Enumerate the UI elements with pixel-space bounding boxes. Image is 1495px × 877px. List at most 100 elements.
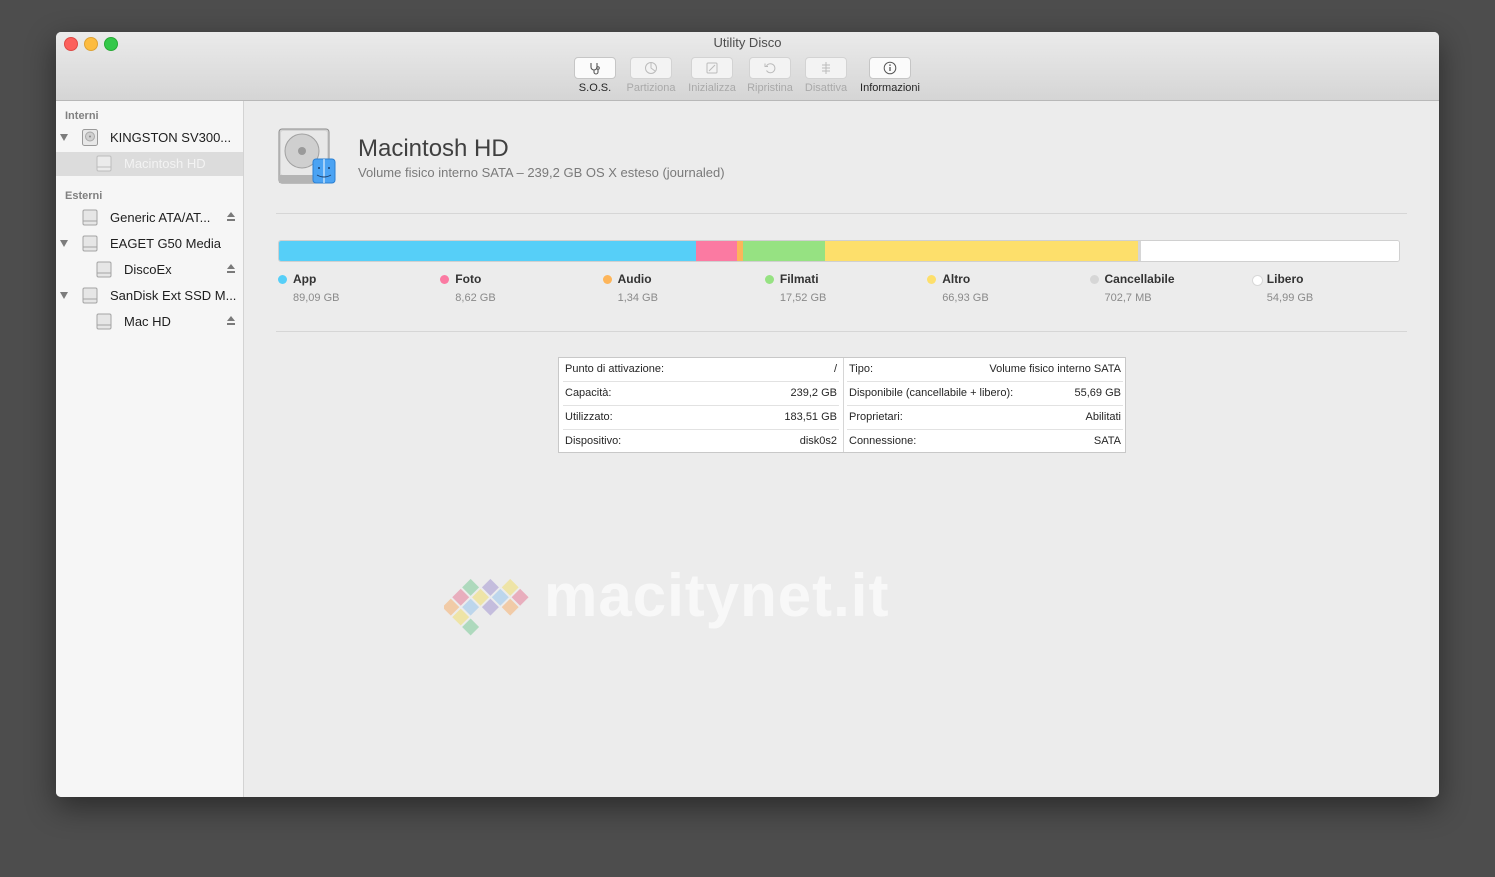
info-key: Connessione: [849,435,917,447]
info-key: Capacità: [565,387,612,399]
divider [276,213,1407,214]
legend-dot [1089,275,1099,284]
legend-size: 702,7 MB [1104,292,1152,304]
legend-size: 17,52 GB [779,292,827,304]
stethoscope-icon [590,63,600,75]
sidebar-header-external: Esterni [65,190,103,202]
info-icon [883,61,897,75]
info-column-right: Tipo: Volume fisico interno SATA Disponi… [843,358,1127,452]
legend-name: App [293,272,317,286]
unmount-icon [822,62,830,74]
legend-size: 8,62 GB [455,292,496,304]
info-row-type: Tipo: Volume fisico interno SATA [847,358,1123,382]
erase-icon [706,62,718,74]
partition-label: Partiziona [626,82,676,94]
info-button[interactable]: Informazioni [857,57,923,94]
legend-size: 66,93 GB [942,292,989,304]
legend-size: 89,09 GB [293,292,340,304]
sidebar: Interni KINGSTON SV300... Macintosh HD E… [56,101,244,797]
disclosure-triangle-icon[interactable] [60,292,68,299]
sidebar-item-macintosh-hd[interactable]: Macintosh HD [56,152,243,176]
info-value: 239,2 GB [790,387,837,399]
legend-dot [278,275,287,284]
sidebar-item-kingston[interactable]: KINGSTON SV300... [56,126,243,150]
restore-button[interactable]: Ripristina [743,57,797,94]
volume-icon [96,155,112,172]
info-key: Tipo: [849,363,874,375]
info-row-device: Dispositivo: disk0s2 [563,430,839,454]
volume-name: Macintosh HD [358,135,509,162]
info-value: Volume fisico interno SATA [989,363,1121,375]
sidebar-item-label: Mac HD [124,314,171,329]
partition-button[interactable]: Partiziona [624,57,678,94]
usage-segment-app [279,241,697,261]
external-disk-icon [82,209,98,226]
legend-dot [927,275,937,284]
erase-label: Inizializza [688,82,736,94]
sidebar-item-label: KINGSTON SV300... [110,130,232,145]
disclosure-triangle-icon[interactable] [60,240,68,247]
legend-name: Cancellabile [1104,272,1175,286]
legend-name: Libero [1266,272,1304,286]
external-disk-icon [82,235,98,252]
volume-icon [96,261,112,278]
info-row-used: Utilizzato: 183,51 GB [563,406,839,430]
sidebar-item-eaget[interactable]: EAGET G50 Media [56,232,243,256]
restore-icon [764,63,776,74]
legend-dot [764,275,774,284]
eject-icon[interactable] [227,264,235,274]
info-value: 55,69 GB [1074,387,1121,399]
legend-name: Foto [455,272,482,286]
volume-icon [96,313,112,330]
sidebar-header-internal: Interni [65,110,99,122]
info-row-owners: Proprietari: Abilitati [847,406,1123,430]
info-row-mount-point: Punto di attivazione: / [563,358,839,382]
info-key: Utilizzato: [565,411,613,423]
eject-icon[interactable] [227,212,235,222]
legend-name: Altro [942,272,971,286]
info-value: 183,51 GB [784,411,837,423]
hard-drive-icon [278,128,336,184]
sidebar-item-label: DiscoEx [124,262,172,277]
internal-disk-icon [82,129,98,146]
legend-name: Audio [617,272,652,286]
info-key: Disponibile (cancellabile + libero): [849,387,1014,399]
erase-button[interactable]: Inizializza [685,57,739,94]
first-aid-button[interactable]: S.O.S. [572,57,618,94]
info-value: SATA [1093,435,1121,447]
divider [276,331,1407,332]
window-title: Utility Disco [713,35,782,50]
info-key: Punto di attivazione: [565,363,665,375]
sidebar-item-label: EAGET G50 Media [110,236,222,251]
external-disk-icon [82,287,98,304]
info-key: Proprietari: [849,411,903,423]
disclosure-triangle-icon[interactable] [60,134,68,141]
storage-usage-bar [278,240,1400,262]
usage-segment-libero [1141,241,1399,261]
sidebar-item-sandisk[interactable]: SanDisk Ext SSD M... [56,284,243,308]
eject-icon[interactable] [227,316,235,326]
titlebar: Utility Disco S.O.S. Partiziona Iniziali… [56,32,1439,101]
sidebar-item-label: Macintosh HD [124,156,206,171]
legend-dot [1251,275,1263,286]
watermark-text: macitynet.it [544,562,890,629]
sidebar-item-mac-hd[interactable]: Mac HD [56,310,243,334]
info-row-available: Disponibile (cancellabile + libero): 55,… [847,382,1123,406]
sidebar-item-generic-ata[interactable]: Generic ATA/AT... [56,206,243,230]
info-value: / [833,363,837,375]
usage-segment-filmati [742,241,825,261]
info-row-connection: Connessione: SATA [847,430,1123,454]
usage-segment-foto [696,241,737,261]
legend-name: Filmati [779,272,819,286]
disk-utility-window: Utility Disco S.O.S. Partiziona Iniziali… [56,32,1439,797]
sidebar-item-discoex[interactable]: DiscoEx [56,258,243,282]
partition-icon [645,62,657,74]
usage-segment-altro [824,241,1139,261]
info-column-left: Punto di attivazione: / Capacità: 239,2 … [559,358,844,452]
legend-dot [602,275,612,284]
unmount-button[interactable]: Disattiva [803,57,849,94]
info-key: Dispositivo: [565,435,622,447]
info-row-capacity: Capacità: 239,2 GB [563,382,839,406]
unmount-label: Disattiva [804,82,848,94]
legend-size: 1,34 GB [617,292,658,304]
